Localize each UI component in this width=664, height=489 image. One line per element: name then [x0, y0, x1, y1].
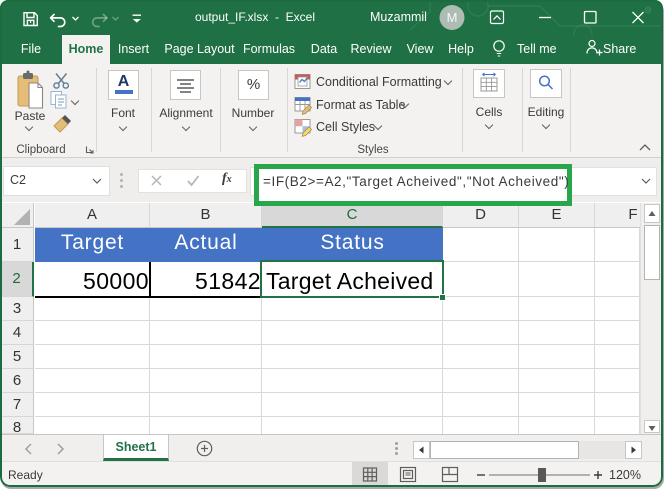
svg-text:M: M: [447, 10, 458, 25]
